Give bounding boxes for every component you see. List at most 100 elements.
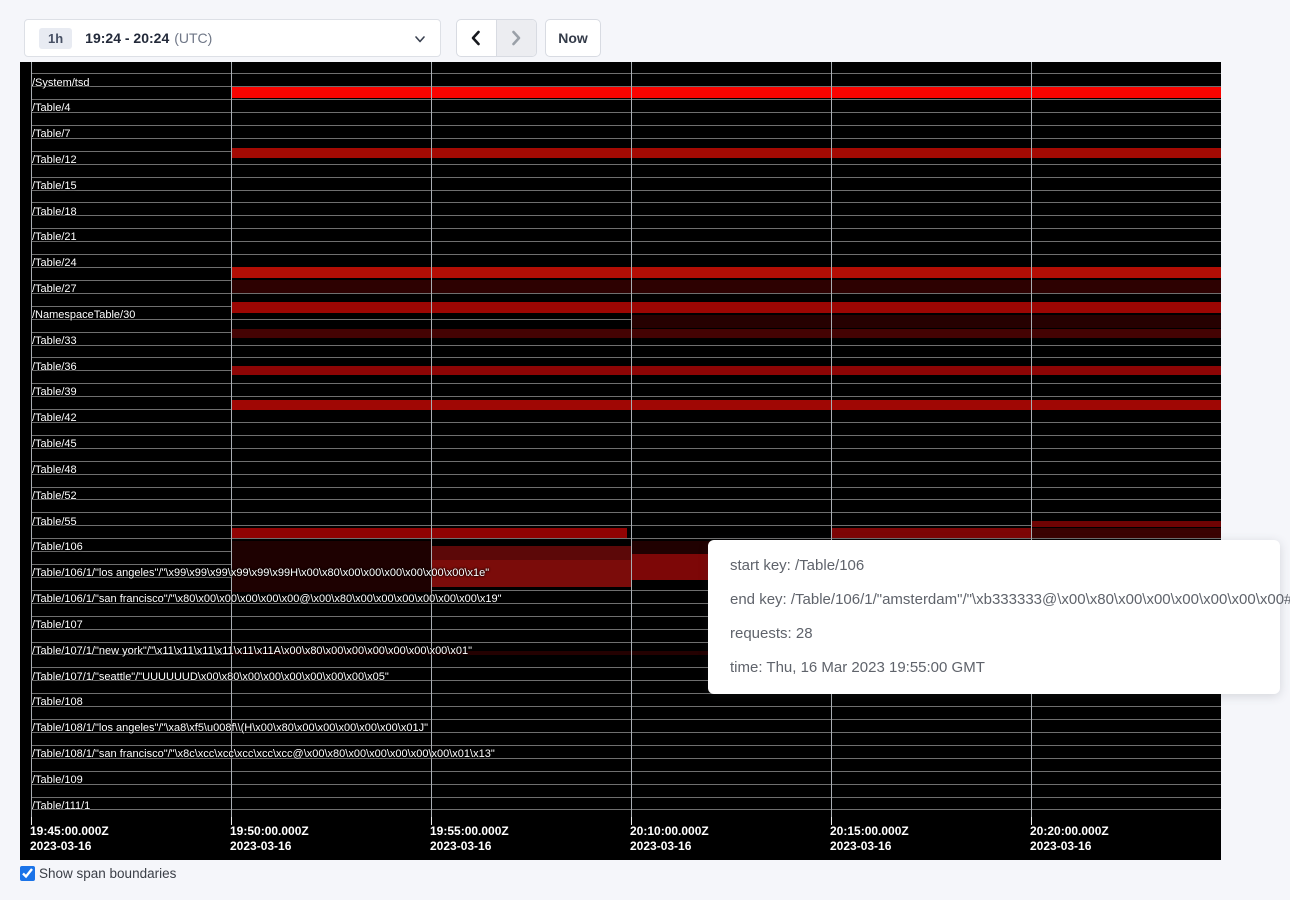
duration-badge: 1h	[39, 28, 72, 49]
next-interval-button[interactable]	[497, 20, 537, 56]
span-boundary-line	[31, 345, 1221, 346]
heat-band	[1031, 528, 1221, 538]
time-range-label: 19:24 - 20:24	[85, 30, 169, 46]
row-label: /NamespaceTable/30	[32, 309, 135, 321]
show-span-boundaries-label[interactable]: Show span boundaries	[39, 866, 176, 881]
span-boundary-line	[31, 125, 1221, 126]
footer: Show span boundaries	[20, 866, 176, 881]
span-boundary-line	[31, 461, 1221, 462]
time-gridline	[831, 62, 832, 817]
row-label: /Table/12	[32, 154, 77, 166]
axis-time-label: 19:55:00.000Z	[430, 824, 509, 838]
time-gridline	[231, 62, 232, 817]
tooltip-start-key: start key: /Table/106	[730, 555, 1272, 576]
span-boundary-line	[31, 99, 1221, 100]
span-boundary-line	[31, 422, 1221, 423]
row-label: /Table/106/1/"san francisco"/"\x80\x00\x…	[32, 593, 502, 605]
span-boundary-line	[31, 241, 1221, 242]
time-nav-group	[456, 19, 537, 57]
row-label: /Table/52	[32, 490, 77, 502]
span-boundary-line	[31, 357, 1221, 358]
chevron-left-icon	[468, 29, 484, 47]
heat-band	[231, 329, 1221, 338]
axis-date-label: 2023-03-16	[1030, 839, 1091, 853]
row-label: /Table/7	[32, 128, 71, 140]
time-gridline	[431, 62, 432, 817]
heat-band	[231, 280, 1221, 293]
span-boundary-line	[31, 164, 1221, 165]
row-label: /Table/106/1/"los angeles"/"\x99\x99\x99…	[32, 567, 489, 579]
row-label: /Table/33	[32, 335, 77, 347]
axis-time-label: 20:20:00.000Z	[1030, 824, 1109, 838]
heat-band	[231, 400, 1221, 410]
span-boundary-line	[31, 73, 1221, 74]
time-range-dropdown[interactable]: 1h 19:24 - 20:24 (UTC)	[24, 19, 441, 57]
span-boundary-line	[31, 809, 1221, 810]
span-boundary-line	[31, 112, 1221, 113]
span-boundary-line	[31, 499, 1221, 500]
heat-band	[231, 528, 627, 538]
span-boundary-line	[31, 177, 1221, 178]
axis-date-label: 2023-03-16	[830, 839, 891, 853]
row-label: /Table/107	[32, 619, 83, 631]
span-boundary-line	[31, 784, 1221, 785]
span-boundary-line	[31, 448, 1221, 449]
heat-band	[631, 315, 1221, 328]
axis-date-label: 2023-03-16	[30, 839, 91, 853]
row-label: /Table/109	[32, 774, 83, 786]
show-span-boundaries-checkbox[interactable]	[20, 866, 35, 881]
row-label: /Table/21	[32, 231, 77, 243]
row-label: /Table/42	[32, 412, 77, 424]
heatmap[interactable]: /System/tsd/Table/4/Table/7/Table/12/Tab…	[20, 62, 1221, 860]
time-gridline	[631, 62, 632, 817]
span-boundary-line	[31, 706, 1221, 707]
row-label: /Table/107/1/"seattle"/"UUUUUUD\x00\x80\…	[32, 671, 389, 683]
span-boundary-line	[31, 202, 1221, 203]
heat-band	[1031, 521, 1221, 527]
row-label: /Table/27	[32, 283, 77, 295]
row-label: /Table/108	[32, 696, 83, 708]
row-label: /System/tsd	[32, 77, 89, 89]
previous-interval-button[interactable]	[457, 20, 497, 56]
heat-band	[231, 267, 1221, 278]
row-label: /Table/108/1/"los angeles"/"\xa8\xf5\u00…	[32, 722, 428, 734]
now-button[interactable]: Now	[545, 19, 601, 57]
span-boundary-line	[31, 228, 1221, 229]
row-label: /Table/107/1/"new york"/"\x11\x11\x11\x1…	[32, 645, 472, 657]
heat-band	[231, 87, 1221, 98]
axis-date-label: 2023-03-16	[230, 839, 291, 853]
span-boundary-line	[31, 215, 1221, 216]
row-label: /Table/45	[32, 438, 77, 450]
chevron-down-icon	[413, 32, 427, 46]
row-label: /Table/111/1	[32, 800, 90, 812]
time-gridline	[1031, 62, 1032, 817]
span-boundary-line	[31, 383, 1221, 384]
chevron-right-icon	[508, 29, 524, 47]
key-visualizer-screen: 1h 19:24 - 20:24 (UTC) Now /System/tsd/T…	[0, 0, 1290, 900]
row-label: /Table/48	[32, 464, 77, 476]
heatmap-tooltip: start key: /Table/106 end key: /Table/10…	[708, 540, 1280, 694]
row-label: /Table/24	[32, 257, 77, 269]
row-label: /Table/39	[32, 386, 77, 398]
span-boundary-line	[31, 487, 1221, 488]
axis-time-label: 20:10:00.000Z	[630, 824, 709, 838]
row-label: /Table/15	[32, 180, 77, 192]
row-label: /Table/55	[32, 516, 77, 528]
span-boundary-line	[31, 771, 1221, 772]
span-boundary-line	[31, 745, 1221, 746]
heat-band	[231, 302, 1221, 313]
tooltip-requests: requests: 28	[730, 623, 1272, 644]
row-label: /Table/4	[32, 102, 71, 114]
toolbar: 1h 19:24 - 20:24 (UTC) Now	[0, 0, 1290, 62]
span-boundary-line	[31, 719, 1221, 720]
tooltip-time: time: Thu, 16 Mar 2023 19:55:00 GMT	[730, 657, 1272, 678]
tooltip-end-key: end key: /Table/106/1/"amsterdam"/"\xb33…	[730, 589, 1272, 610]
span-boundary-line	[31, 190, 1221, 191]
span-boundary-line	[31, 254, 1221, 255]
heat-band	[231, 148, 1221, 158]
row-label: /Table/108/1/"san francisco"/"\x8c\xcc\x…	[32, 748, 495, 760]
span-boundary-line	[31, 396, 1221, 397]
axis-time-label: 19:50:00.000Z	[230, 824, 309, 838]
axis-time-label: 20:15:00.000Z	[830, 824, 909, 838]
span-boundary-line	[31, 797, 1221, 798]
